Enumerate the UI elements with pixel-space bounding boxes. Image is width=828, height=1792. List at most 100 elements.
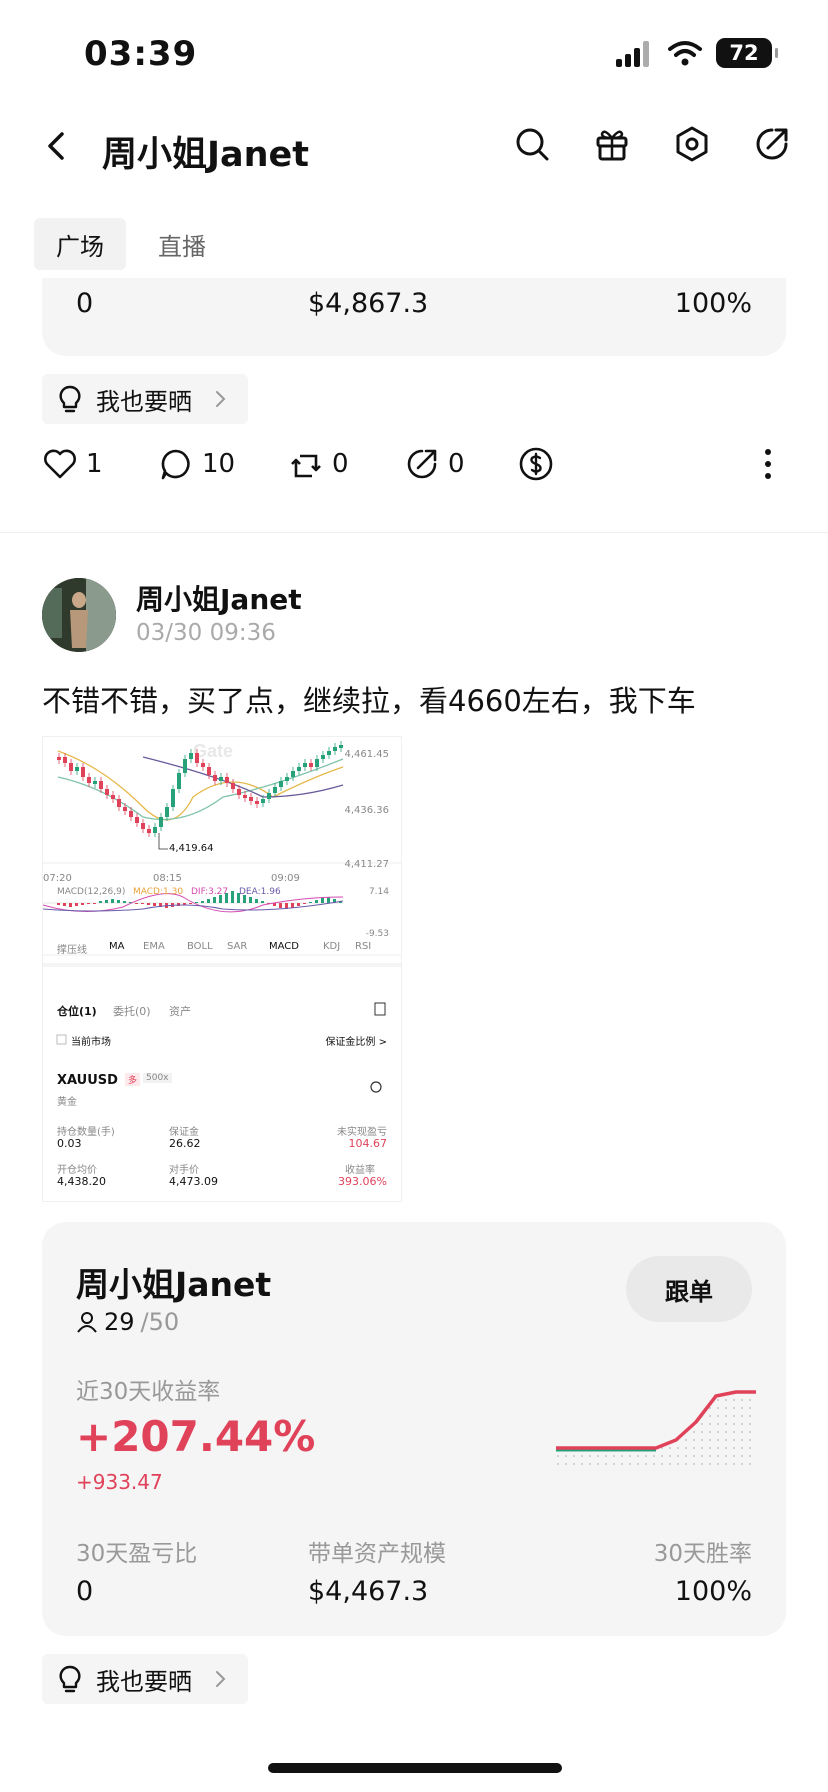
chevron-right-icon bbox=[216, 1671, 226, 1687]
ss-ind-5: MACD bbox=[269, 941, 299, 952]
post-author[interactable]: 周小姐Janet bbox=[136, 578, 302, 618]
ss-time-0: 07:20 bbox=[43, 873, 72, 884]
ss-field-value-1: 26.62 bbox=[169, 1137, 201, 1150]
post-divider bbox=[0, 532, 828, 533]
battery-icon: 72 bbox=[716, 38, 778, 68]
heart-icon bbox=[44, 449, 76, 479]
forward-button[interactable]: 0 bbox=[404, 446, 465, 482]
stat-value-2: 100% bbox=[674, 1576, 752, 1607]
ss-price-top: 4,461.45 bbox=[344, 749, 389, 760]
ss-field-label-5: 收益率 bbox=[345, 1165, 375, 1176]
post-actions: 1 10 0 0 bbox=[42, 446, 786, 490]
ss-field-label-4: 对手价 bbox=[169, 1165, 199, 1176]
back-arrow-icon[interactable] bbox=[38, 126, 78, 166]
header: 周小姐Janet bbox=[0, 118, 828, 178]
ss-field-label-1: 保证金 bbox=[169, 1127, 199, 1138]
tip-button[interactable] bbox=[518, 446, 554, 482]
stat-value-0: 0 bbox=[76, 1576, 94, 1607]
share-icon[interactable] bbox=[752, 124, 792, 164]
prev-assets: $4,867.3 bbox=[308, 288, 429, 319]
roi-label: 近30天收益率 bbox=[76, 1379, 221, 1405]
ss-ind-1: MA bbox=[109, 941, 125, 952]
ss-field-label-3: 开仓均价 bbox=[57, 1165, 97, 1176]
tab-live[interactable]: 直播 bbox=[136, 218, 228, 270]
ss-symbol-cn: 黄金 bbox=[57, 1097, 77, 1108]
comment-button[interactable]: 10 bbox=[158, 446, 235, 482]
settings-hexagon-icon[interactable] bbox=[672, 124, 712, 164]
chevron-right-icon bbox=[216, 391, 226, 407]
author-avatar[interactable] bbox=[42, 578, 116, 652]
user-icon bbox=[77, 1312, 97, 1333]
chart-watermark: Gate bbox=[193, 741, 233, 761]
ss-ind-6: KDJ bbox=[323, 941, 341, 952]
ss-macd-val: MACD:1.30 bbox=[133, 887, 184, 897]
share-mine-label-2: 我也要晒 bbox=[96, 1667, 192, 1696]
ss-low-label: 4,419.64 bbox=[169, 843, 214, 854]
comment-count: 10 bbox=[202, 449, 236, 479]
post-text: 不错不错，买了点，继续拉，看4660左右，我下车 bbox=[42, 684, 696, 718]
wifi-icon bbox=[668, 41, 702, 66]
cellular-signal-icon bbox=[616, 39, 654, 67]
ss-ind-3: BOLL bbox=[187, 941, 213, 952]
ss-field-value-5: 393.06% bbox=[338, 1175, 387, 1188]
ss-dif-val: DIF:3.27 bbox=[191, 887, 229, 897]
repost-icon bbox=[291, 454, 321, 478]
lightbulb-icon bbox=[59, 1665, 81, 1693]
ss-field-value-4: 4,473.09 bbox=[169, 1175, 218, 1188]
more-menu-button[interactable] bbox=[750, 446, 786, 482]
ss-time-1: 08:15 bbox=[153, 873, 182, 884]
share-mine-button[interactable]: 我也要晒 bbox=[42, 374, 248, 424]
ss-margin-ratio: 保证金比例 > bbox=[325, 1037, 387, 1048]
ss-side-badge: 多 bbox=[125, 1073, 141, 1086]
follower-count: 29/50 bbox=[76, 1308, 179, 1336]
tab-square[interactable]: 广场 bbox=[34, 218, 126, 270]
repost-count: 0 bbox=[332, 449, 349, 479]
stat-label-0: 30天盈亏比 bbox=[76, 1541, 198, 1567]
ss-field-value-0: 0.03 bbox=[57, 1137, 82, 1150]
search-icon[interactable] bbox=[512, 124, 552, 164]
prev-copy-card: 0 $4,867.3 100% bbox=[42, 278, 786, 356]
ss-time-2: 09:09 bbox=[271, 873, 300, 884]
ss-macd-title: MACD(12,26,9) bbox=[57, 887, 126, 897]
stat-label-2: 30天胜率 bbox=[653, 1541, 752, 1567]
trader-name: 周小姐Janet bbox=[76, 1265, 272, 1304]
roi-sparkline bbox=[556, 1390, 756, 1468]
repost-button[interactable]: 0 bbox=[288, 446, 349, 482]
gift-icon[interactable] bbox=[592, 124, 632, 164]
ss-macd-top: 7.14 bbox=[368, 887, 389, 897]
like-count: 1 bbox=[86, 449, 103, 479]
ss-price-bottom: 4,411.27 bbox=[344, 859, 389, 870]
forward-share-icon bbox=[407, 449, 437, 479]
follower-current: 29 bbox=[104, 1308, 135, 1336]
ss-macd-bottom: -9.53 bbox=[365, 929, 389, 939]
page-title: 周小姐Janet bbox=[102, 135, 310, 175]
ss-field-value-2: 104.67 bbox=[348, 1137, 388, 1150]
pnl-value: +933.47 bbox=[76, 1470, 163, 1494]
ss-ind-2: EMA bbox=[143, 941, 165, 952]
follower-max: /50 bbox=[140, 1308, 180, 1336]
dollar-coin-icon bbox=[519, 447, 553, 481]
status-time: 03:39 bbox=[84, 34, 198, 74]
lightbulb-icon bbox=[59, 385, 81, 413]
stat-label-1: 带单资产规模 bbox=[308, 1541, 446, 1567]
ss-ind-0: 撑压线 bbox=[57, 945, 87, 956]
like-button[interactable]: 1 bbox=[42, 446, 103, 482]
ss-pos-tab-2: 资产 bbox=[169, 1005, 191, 1018]
ss-pos-tab-0: 仓位(1) bbox=[57, 1005, 97, 1018]
ss-ind-7: RSI bbox=[355, 941, 372, 952]
ss-leverage: 500x bbox=[143, 1073, 172, 1083]
copy-trade-card[interactable]: 周小姐Janet 29/50 跟单 近30天收益率 +207.44% +933.… bbox=[42, 1222, 786, 1636]
comment-icon bbox=[161, 449, 190, 480]
post-time: 03/30 09:36 bbox=[136, 620, 276, 646]
share-mine-label: 我也要晒 bbox=[96, 387, 192, 416]
forward-count: 0 bbox=[448, 449, 465, 479]
ss-field-value-3: 4,438.20 bbox=[57, 1175, 106, 1188]
prev-win-rate: 100% bbox=[674, 288, 752, 319]
ss-price-mid: 4,436.36 bbox=[344, 805, 389, 816]
stat-value-1: $4,467.3 bbox=[308, 1576, 429, 1607]
copy-trade-button[interactable]: 跟单 bbox=[626, 1256, 752, 1322]
share-mine-button-2[interactable]: 我也要晒 bbox=[42, 1654, 248, 1704]
ss-field-label-2: 未实现盈亏 bbox=[337, 1127, 387, 1138]
prev-profit-loss-ratio: 0 bbox=[76, 288, 94, 319]
post-image-trading-screenshot[interactable]: Gate 4,461.45 4,436.36 4,411.27 4,419.64… bbox=[42, 736, 402, 1202]
